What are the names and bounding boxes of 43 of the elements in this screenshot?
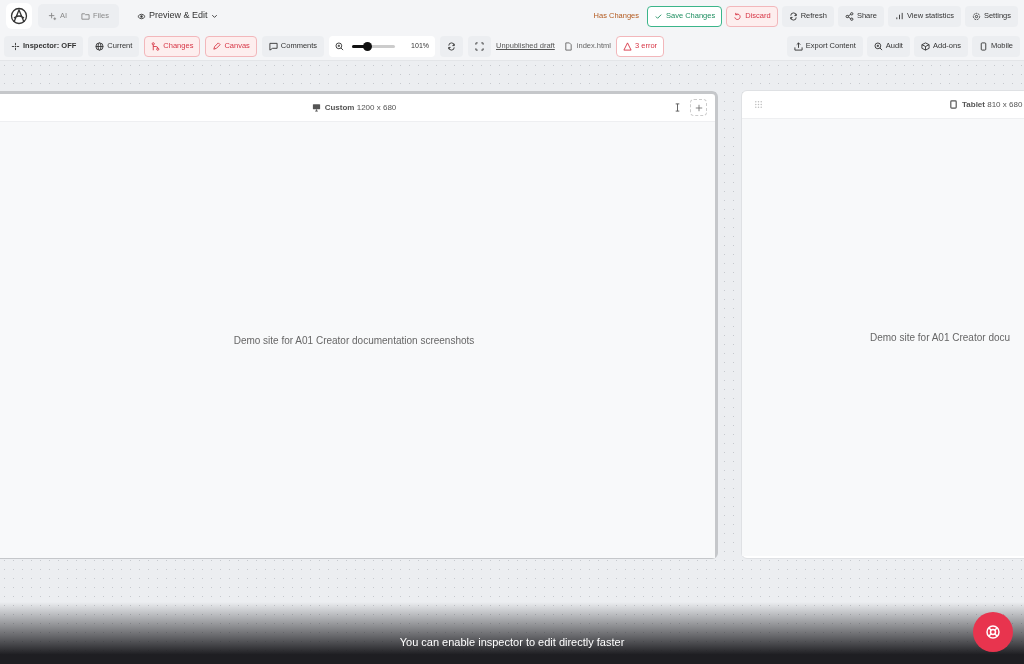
warning-icon [623,41,632,51]
pencil-icon [212,41,222,51]
check-icon [654,11,663,21]
monitor-icon [311,103,321,112]
lifebuoy-icon [985,624,1001,640]
comment-icon [268,41,278,51]
settings-icon [971,11,981,21]
tablet-icon [949,100,958,109]
sparkle-icon [48,11,57,21]
refresh-icon [447,41,456,51]
help-button[interactable] [973,612,1013,652]
cube-icon [920,41,930,51]
zoom-slider[interactable] [352,44,396,48]
globe-icon [95,41,105,51]
device-frame[interactable]: Custom 1200 x 680 Demo site for A01 Creator documentation screenshots [0,91,718,559]
mode-dropdown[interactable]: Preview & Edit [132,7,224,25]
frame-title: Custom 1200 x 680 [324,101,397,114]
crosshair-icon [11,41,20,51]
drag-handle-icon[interactable] [754,100,763,109]
refresh-button[interactable] [440,35,463,57]
zoom-in-icon [873,41,883,51]
undo-icon [733,11,743,21]
branch-icon [151,41,161,51]
frame-title: Tablet 810 x 680 [962,98,1023,111]
toast-message: You can enable inspector to edit directly faster [399,634,625,650]
text-cursor-icon[interactable] [673,103,682,112]
file-icon [563,41,573,51]
refresh-icon [788,11,798,21]
folder-icon [81,11,91,21]
share-icon [844,11,854,21]
page-content-text: Demo site for A01 Creator documentation screenshots [233,333,475,348]
zoom-in-icon [335,41,345,51]
logo-icon[interactable] [6,3,32,29]
eye-icon [136,11,146,21]
bar-chart-icon [894,11,904,21]
device-frame[interactable]: Tablet 810 x 680 Demo site for A01 Creator docu [741,90,1024,559]
fullscreen-button[interactable] [468,35,491,57]
plus-icon [694,103,703,112]
phone-icon [978,41,988,51]
fullscreen-icon [475,41,484,51]
slider-thumb[interactable] [363,41,373,51]
upload-icon [793,41,803,51]
page-content-text: Demo site for A01 Creator docu [870,331,1011,345]
